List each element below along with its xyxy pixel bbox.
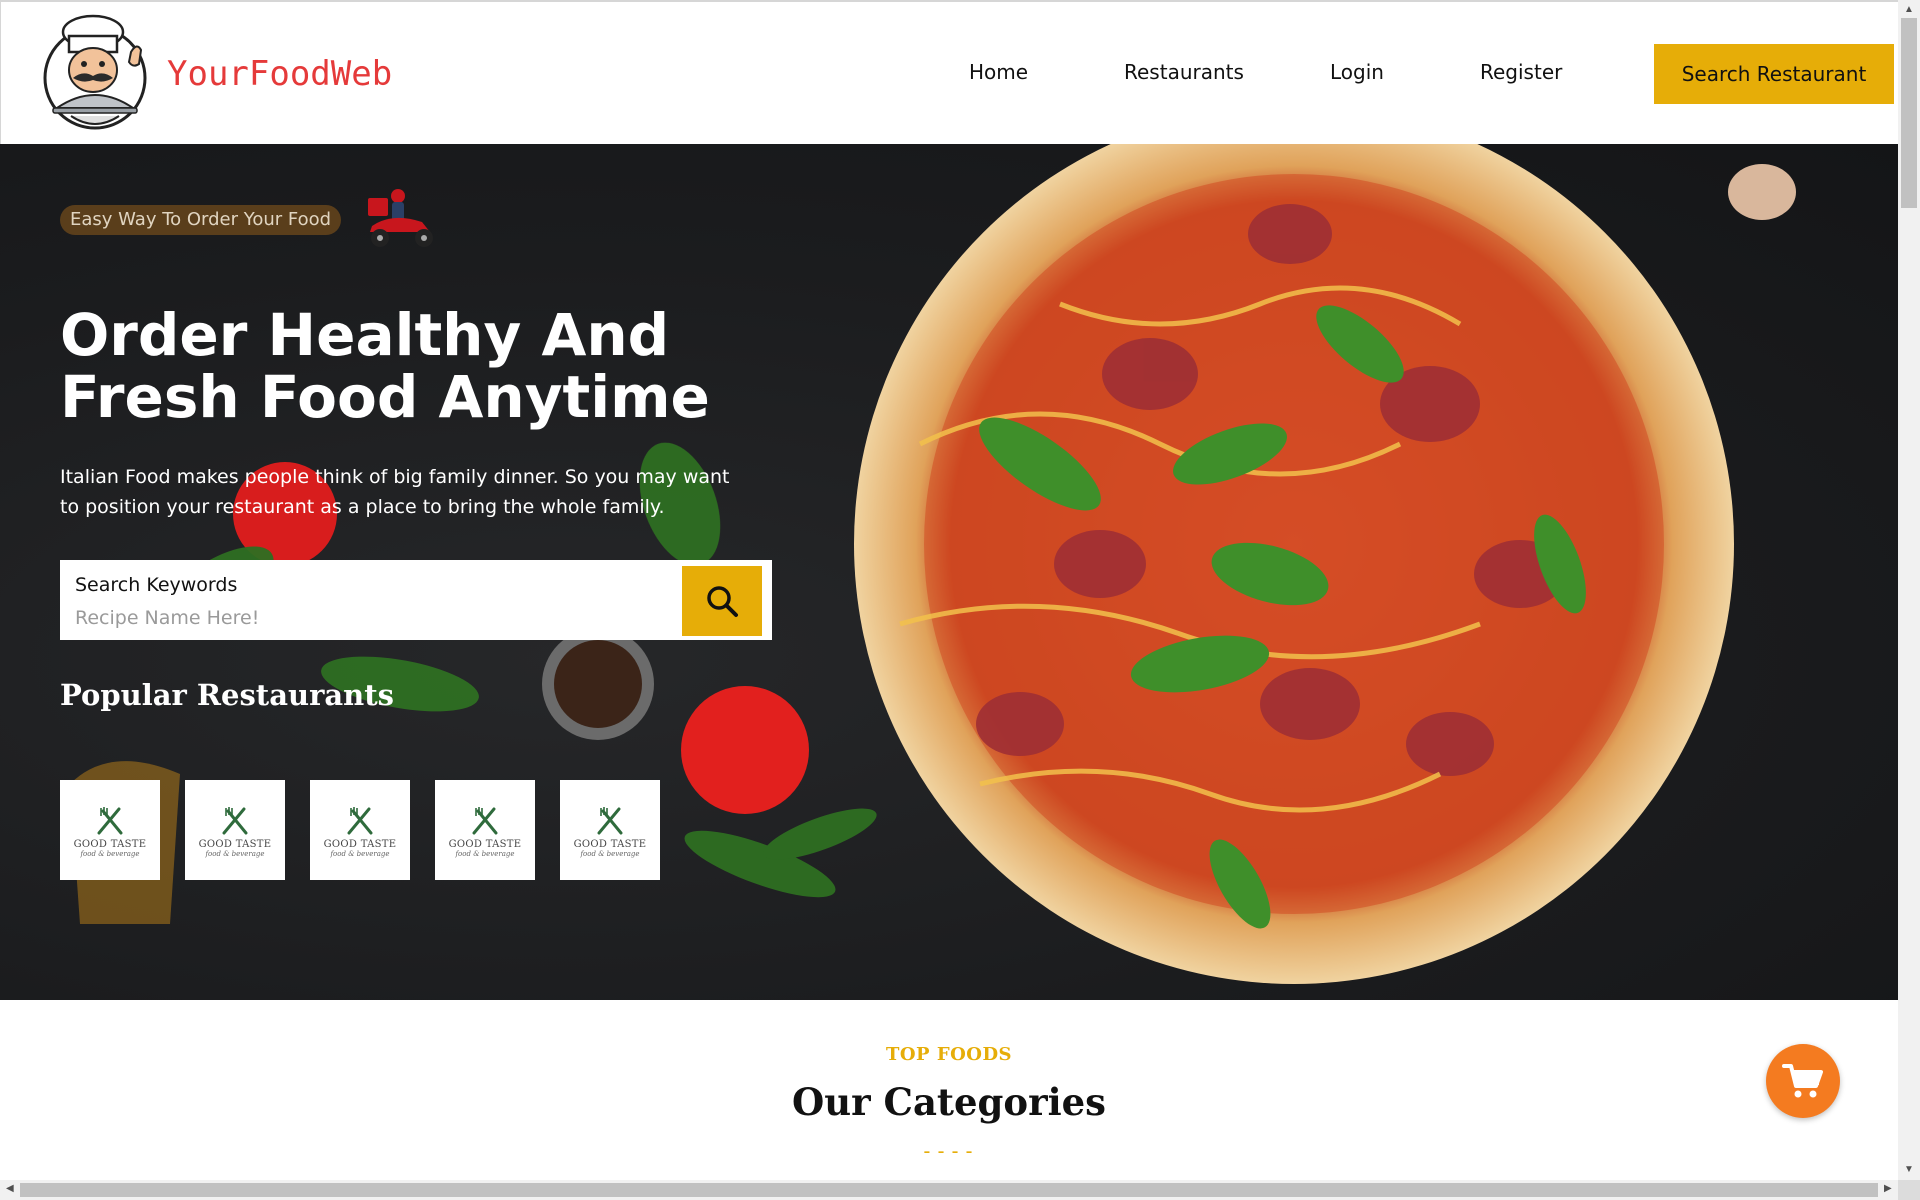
nav-restaurants-link[interactable]: Restaurants [1124, 60, 1244, 84]
vertical-scrollbar[interactable]: ▲ ▼ [1898, 0, 1920, 1180]
restaurant-subtitle: food & beverage [330, 849, 390, 858]
restaurant-card[interactable]: GOOD TASTE food & beverage [560, 780, 660, 880]
scroll-left-arrow-icon[interactable]: ◀ [6, 1183, 14, 1194]
hero-section: Easy Way To Order Your Food Order Health… [0, 144, 1898, 1000]
restaurant-name: GOOD TASTE [198, 838, 272, 850]
search-icon [707, 586, 738, 617]
hero-headline: Order Healthy And Fresh Food Anytime [60, 301, 710, 431]
brand-name[interactable]: YourFoodWeb [167, 54, 392, 94]
nav-home-link[interactable]: Home [969, 60, 1028, 84]
delivery-scooter-icon [368, 189, 433, 247]
scroll-down-arrow-icon[interactable]: ▼ [1904, 1164, 1914, 1175]
recipe-search-input[interactable] [75, 604, 595, 632]
restaurant-name: GOOD TASTE [448, 838, 522, 850]
vertical-scroll-thumb[interactable] [1901, 18, 1917, 208]
search-submit-button[interactable] [682, 566, 762, 636]
hero-description: Italian Food makes people think of big f… [60, 466, 730, 518]
site-header: YourFoodWeb Home Restaurants Login Regis… [0, 0, 1898, 144]
fork-knife-icon [472, 806, 498, 834]
restaurant-card[interactable]: GOOD TASTE food & beverage [435, 780, 535, 880]
scrollbar-corner [1898, 1180, 1920, 1200]
restaurant-subtitle: food & beverage [580, 849, 640, 858]
section-divider: ---- [920, 1139, 978, 1163]
restaurant-subtitle: food & beverage [80, 849, 140, 858]
fork-knife-icon [97, 806, 123, 834]
recipe-search-box: Search Keywords [60, 560, 772, 640]
restaurant-card[interactable]: GOOD TASTE food & beverage [60, 780, 160, 880]
chef-mascot-icon[interactable] [35, 12, 161, 134]
restaurant-name: GOOD TASTE [323, 838, 397, 850]
fork-knife-icon [347, 806, 373, 834]
horizontal-scroll-thumb[interactable] [20, 1183, 1878, 1197]
popular-restaurants-heading: Popular Restaurants [60, 678, 394, 712]
restaurant-subtitle: food & beverage [205, 849, 265, 858]
cart-button[interactable] [1766, 1044, 1840, 1118]
section-kicker: TOP FOODS [885, 1044, 1013, 1065]
nav-login-link[interactable]: Login [1330, 60, 1384, 84]
restaurant-name: GOOD TASTE [573, 838, 647, 850]
fork-knife-icon [222, 806, 248, 834]
categories-heading: Our Categories [791, 1080, 1107, 1124]
restaurant-card[interactable]: GOOD TASTE food & beverage [310, 780, 410, 880]
scroll-right-arrow-icon[interactable]: ▶ [1884, 1183, 1892, 1194]
restaurant-card[interactable]: GOOD TASTE food & beverage [185, 780, 285, 880]
nav-register-link[interactable]: Register [1480, 60, 1562, 84]
search-label: Search Keywords [75, 574, 238, 596]
horizontal-scrollbar[interactable]: ◀ ▶ [0, 1180, 1898, 1200]
hero-tagline-badge: Easy Way To Order Your Food [60, 205, 342, 235]
fork-knife-icon [597, 806, 623, 834]
scroll-up-arrow-icon[interactable]: ▲ [1904, 4, 1914, 15]
shopping-cart-icon [1782, 1064, 1823, 1098]
restaurant-name: GOOD TASTE [73, 838, 147, 850]
search-restaurant-button[interactable]: Search Restaurant [1654, 44, 1894, 104]
restaurant-subtitle: food & beverage [455, 849, 515, 858]
